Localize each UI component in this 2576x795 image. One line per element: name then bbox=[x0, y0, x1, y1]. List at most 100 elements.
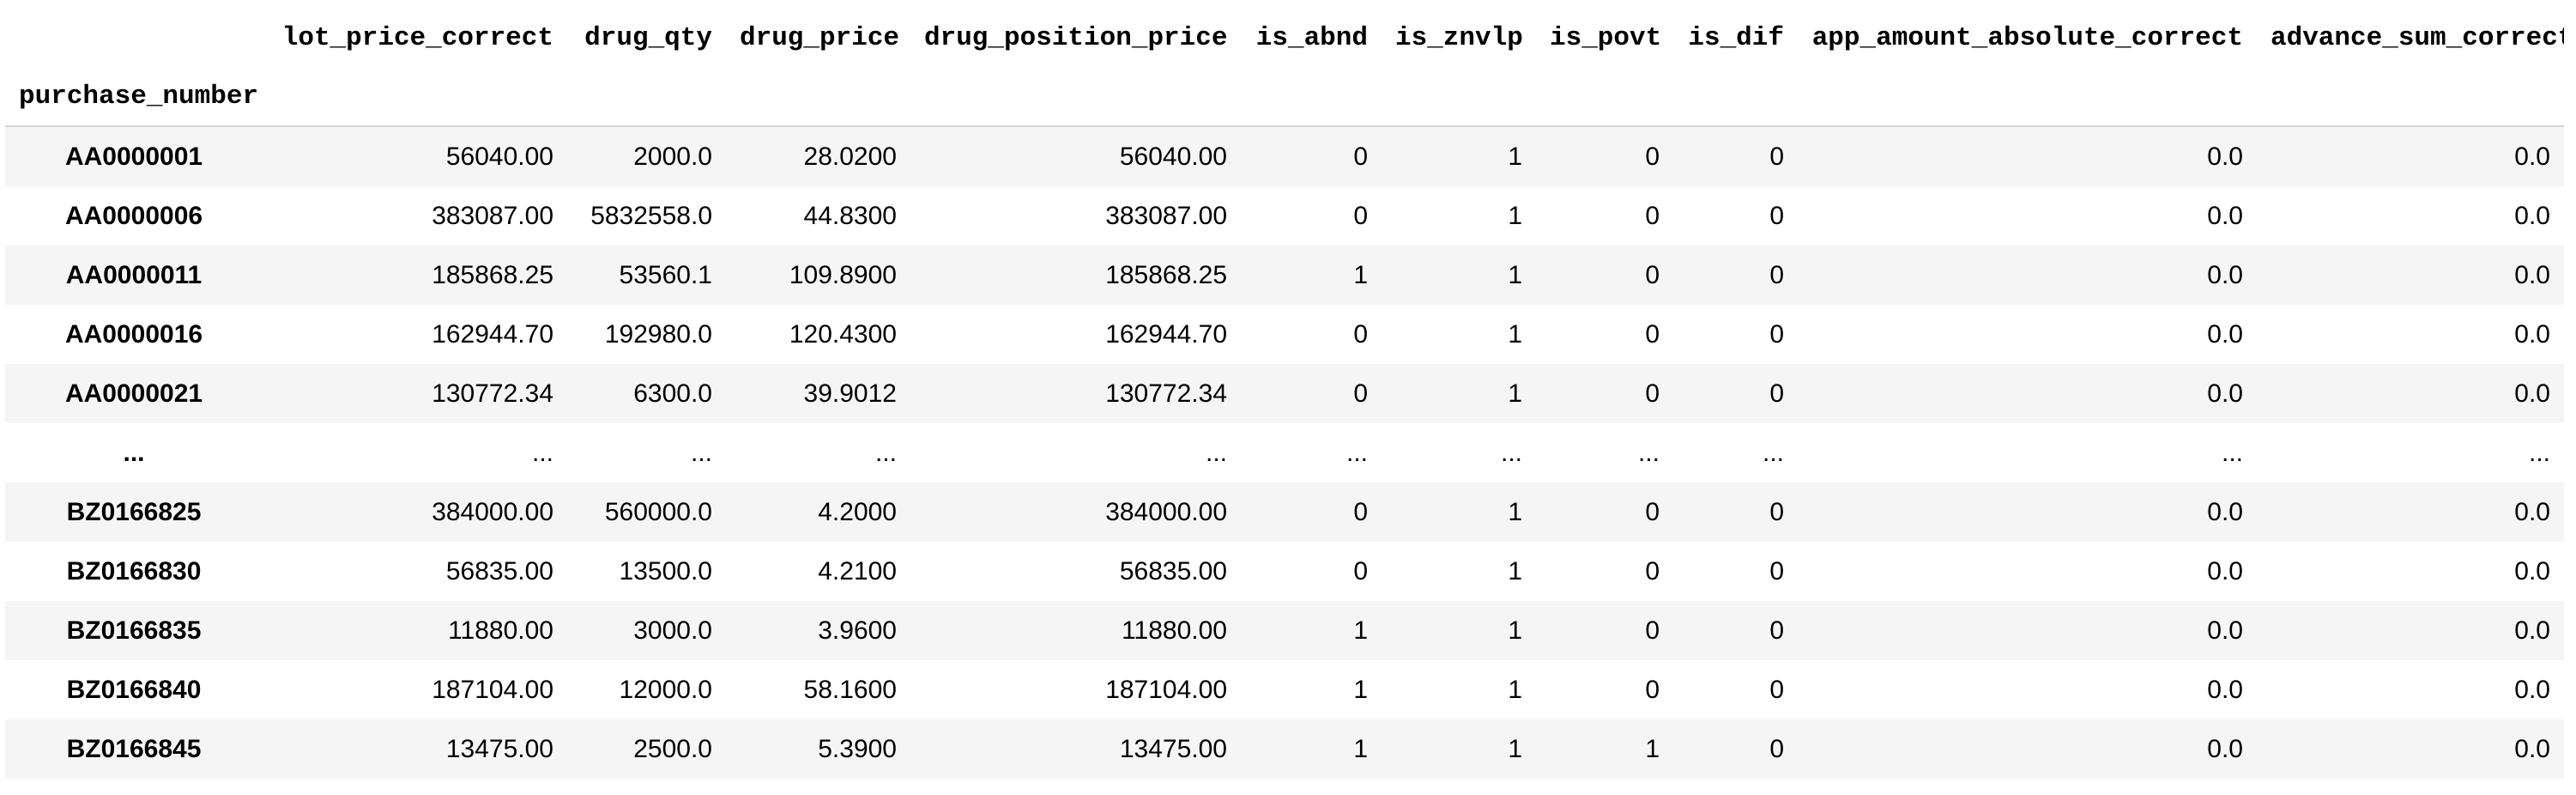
table-cell: 56835.00 bbox=[445, 556, 553, 586]
table-cell: 1 bbox=[1508, 260, 1522, 289]
table-cell: 185868.25 bbox=[432, 260, 553, 289]
table-cell: 1 bbox=[1508, 142, 1522, 171]
row-index-cell: BZ0166840 bbox=[66, 675, 202, 704]
table-cell: 13475.00 bbox=[1119, 734, 1227, 763]
table-cell: ... bbox=[1762, 438, 1784, 467]
table-row: AA0000006 383087.00 5832558.0 44.8300 383087… bbox=[5, 186, 2564, 246]
table-cell: 0.0 bbox=[2514, 142, 2550, 171]
empty-header-cell bbox=[1798, 67, 2257, 127]
table-cell: 0 bbox=[1645, 616, 1660, 645]
row-index-cell: BZ0166825 bbox=[66, 497, 202, 526]
table-cell: 1 bbox=[1508, 675, 1522, 704]
table-cell: 0.0 bbox=[2514, 260, 2550, 289]
ellipsis-row: ................................. bbox=[5, 423, 2564, 482]
table-cell: 0 bbox=[1769, 142, 1784, 171]
column-header: app_amount_absolute_correct bbox=[1811, 22, 2243, 53]
table-cell: 1 bbox=[1645, 734, 1660, 763]
table-cell: 56835.00 bbox=[1119, 556, 1227, 586]
table-cell: 4.2000 bbox=[818, 497, 897, 526]
table-cell: 0 bbox=[1645, 556, 1660, 586]
table-cell: 383087.00 bbox=[1105, 201, 1227, 230]
table-cell: 0.0 bbox=[2207, 675, 2243, 704]
table-cell: 560000.0 bbox=[604, 497, 712, 526]
table-cell: 0 bbox=[1645, 201, 1660, 230]
table-cell: 0 bbox=[1645, 319, 1660, 349]
table-row: AA0000021 130772.34 6300.0 39.9012 130772.34… bbox=[5, 364, 2564, 423]
table-cell: 384000.00 bbox=[432, 497, 553, 526]
table-cell: 44.8300 bbox=[803, 201, 897, 230]
table-cell: 0 bbox=[1769, 497, 1784, 526]
column-header: drug_position_price bbox=[924, 22, 1228, 53]
table-row: AA0000001 56040.00 2000.0 28.0200 56040.00 0 1… bbox=[5, 126, 2564, 186]
table-cell: 1 bbox=[1353, 260, 1368, 289]
table-cell: 0 bbox=[1645, 142, 1660, 171]
row-index-cell: BZ0166845 bbox=[66, 734, 202, 763]
column-header: drug_qty bbox=[584, 22, 712, 53]
table-cell: 162944.70 bbox=[1105, 319, 1227, 349]
row-index-cell: BZ0166835 bbox=[66, 616, 202, 645]
table-cell: 0.0 bbox=[2207, 201, 2243, 230]
table-cell: 2000.0 bbox=[633, 142, 712, 171]
table-cell: 0 bbox=[1769, 319, 1784, 349]
table-cell: 11880.00 bbox=[1122, 616, 1227, 645]
table-cell: 1 bbox=[1508, 319, 1522, 349]
table-cell: 1 bbox=[1508, 379, 1522, 408]
table-cell: 1 bbox=[1508, 201, 1522, 230]
table-cell: 1 bbox=[1353, 734, 1368, 763]
table-cell: 0.0 bbox=[2207, 616, 2243, 645]
table-cell: 0.0 bbox=[2207, 497, 2243, 526]
table-cell: 0 bbox=[1353, 556, 1368, 586]
empty-header-cell bbox=[1536, 67, 1673, 127]
table-cell: 6300.0 bbox=[633, 379, 712, 408]
table-cell: 0 bbox=[1769, 734, 1784, 763]
table-cell: 0.0 bbox=[2514, 201, 2550, 230]
table-cell: ... bbox=[1500, 438, 1522, 467]
table-cell: 13475.00 bbox=[445, 734, 553, 763]
table-cell: 0.0 bbox=[2207, 379, 2243, 408]
table-cell: 192980.0 bbox=[604, 319, 712, 349]
table-row: AA0000011 185868.25 53560.1 109.8900 185868.… bbox=[5, 246, 2564, 305]
table-cell: ... bbox=[1345, 438, 1368, 467]
table-cell: 0 bbox=[1645, 497, 1660, 526]
table-cell: 0 bbox=[1353, 319, 1368, 349]
empty-header-cell bbox=[726, 67, 910, 127]
table-cell: 13500.0 bbox=[619, 556, 712, 586]
table-cell: 0 bbox=[1645, 260, 1660, 289]
table-cell: 0 bbox=[1769, 616, 1784, 645]
table-cell: 0 bbox=[1353, 142, 1368, 171]
table-cell: 2500.0 bbox=[633, 734, 712, 763]
index-name-row: purchase_number bbox=[5, 67, 2564, 127]
table-row: BZ0166830 56835.00 13500.0 4.2100 56835.00 0 1… bbox=[5, 542, 2564, 601]
empty-header-cell bbox=[1241, 67, 1382, 127]
table-cell: 0 bbox=[1769, 379, 1784, 408]
table-cell: 0 bbox=[1769, 556, 1784, 586]
table-cell: ... bbox=[690, 438, 712, 467]
table-cell: 11880.00 bbox=[448, 616, 553, 645]
table-cell: 1 bbox=[1508, 734, 1522, 763]
table-cell: 0 bbox=[1769, 260, 1784, 289]
row-index-cell: AA0000001 bbox=[64, 142, 203, 171]
table-cell: 1 bbox=[1508, 616, 1522, 645]
column-header: is_povt bbox=[1550, 22, 1662, 53]
table-cell: 4.2100 bbox=[818, 556, 897, 586]
table-cell: 0.0 bbox=[2514, 319, 2550, 349]
table-cell: 0.0 bbox=[2207, 260, 2243, 289]
column-header-row: lot_price_correct drug_qty drug_price dr… bbox=[5, 9, 2564, 67]
table-cell: ... bbox=[2528, 438, 2550, 467]
column-header: advance_sum_correct bbox=[2271, 22, 2564, 53]
table-cell: 0 bbox=[1353, 201, 1368, 230]
table-cell: 0.0 bbox=[2514, 497, 2550, 526]
table-cell: 120.4300 bbox=[789, 319, 897, 349]
table-cell: 0 bbox=[1645, 675, 1660, 704]
table-cell: 0.0 bbox=[2207, 556, 2243, 586]
table-cell: 53560.1 bbox=[619, 260, 712, 289]
row-index-cell: AA0000006 bbox=[64, 201, 203, 230]
table-cell: ... bbox=[531, 438, 553, 467]
column-header: lot_price_correct bbox=[281, 22, 553, 53]
header-corner-cell bbox=[5, 9, 263, 67]
table-cell: 58.1600 bbox=[803, 675, 897, 704]
table-cell: 0 bbox=[1353, 379, 1368, 408]
index-name-label: purchase_number bbox=[5, 67, 263, 127]
table-cell: 39.9012 bbox=[803, 379, 897, 408]
table-cell: 1 bbox=[1508, 497, 1522, 526]
